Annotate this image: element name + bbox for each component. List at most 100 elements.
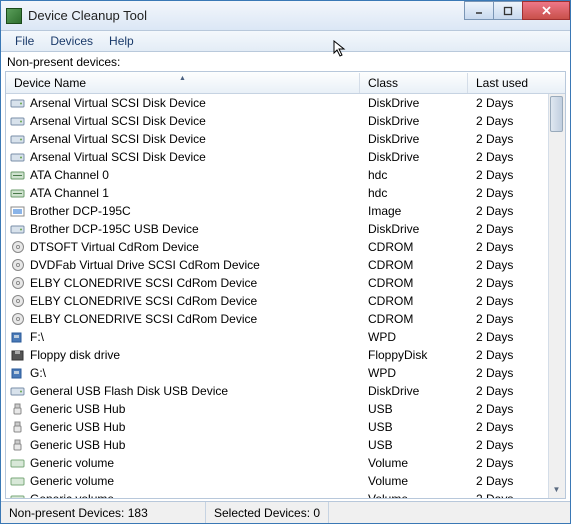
device-last-used: 2 Days	[468, 96, 548, 110]
device-class: Image	[360, 204, 468, 218]
statusbar: Non-present Devices: 183 Selected Device…	[1, 501, 570, 523]
table-row[interactable]: G:\WPD2 Days	[6, 364, 548, 382]
device-class: Volume	[360, 492, 468, 498]
table-row[interactable]: ELBY CLONEDRIVE SCSI CdRom DeviceCDROM2 …	[6, 274, 548, 292]
scroll-thumb[interactable]	[550, 96, 563, 132]
device-last-used: 2 Days	[468, 168, 548, 182]
column-class-header[interactable]: Class	[360, 73, 468, 93]
device-name: Generic volume	[30, 492, 114, 498]
table-row[interactable]: Generic USB Hub USB2 Days	[6, 400, 548, 418]
table-row[interactable]: Generic volume Volume2 Days	[6, 490, 548, 498]
scrollbar[interactable]: ▲ ▼	[548, 94, 565, 498]
table-row[interactable]: F:\WPD2 Days	[6, 328, 548, 346]
device-name: ELBY CLONEDRIVE SCSI CdRom Device	[30, 276, 257, 290]
menu-devices[interactable]: Devices	[42, 32, 101, 50]
device-class: DiskDrive	[360, 222, 468, 236]
device-icon	[10, 420, 26, 434]
device-class: CDROM	[360, 294, 468, 308]
table-row[interactable]: ELBY CLONEDRIVE SCSI CdRom DeviceCDROM2 …	[6, 310, 548, 328]
device-icon	[10, 150, 26, 164]
device-name: Arsenal Virtual SCSI Disk Device	[30, 150, 206, 164]
window-title: Device Cleanup Tool	[28, 8, 147, 23]
device-name: Generic USB Hub	[30, 420, 125, 434]
close-button[interactable]	[522, 1, 570, 20]
device-icon	[10, 294, 26, 308]
device-class: DiskDrive	[360, 150, 468, 164]
device-last-used: 2 Days	[468, 456, 548, 470]
device-name: G:\	[30, 366, 46, 380]
table-row[interactable]: Arsenal Virtual SCSI Disk Device DiskDriv…	[6, 130, 548, 148]
device-class: DiskDrive	[360, 96, 468, 110]
device-name: DTSOFT Virtual CdRom Device	[30, 240, 199, 254]
status-nonpresent: Non-present Devices: 183	[1, 502, 206, 523]
column-last-header[interactable]: Last used	[468, 73, 565, 93]
device-last-used: 2 Days	[468, 492, 548, 498]
device-name: Brother DCP-195C	[30, 204, 131, 218]
device-icon	[10, 96, 26, 110]
device-name: Floppy disk drive	[30, 348, 120, 362]
device-icon	[10, 384, 26, 398]
table-row[interactable]: Generic volumeVolume2 Days	[6, 454, 548, 472]
device-class: hdc	[360, 168, 468, 182]
device-icon	[10, 186, 26, 200]
device-name: ELBY CLONEDRIVE SCSI CdRom Device	[30, 294, 257, 308]
device-last-used: 2 Days	[468, 474, 548, 488]
device-class: WPD	[360, 330, 468, 344]
device-name: Arsenal Virtual SCSI Disk Device	[30, 132, 206, 146]
device-list: ▲ Device Name Class Last used Arsenal Vi…	[5, 71, 566, 499]
menu-help[interactable]: Help	[101, 32, 142, 50]
device-class: USB	[360, 402, 468, 416]
table-row[interactable]: Brother DCP-195CImage2 Days	[6, 202, 548, 220]
device-last-used: 2 Days	[468, 420, 548, 434]
device-name: Generic USB Hub	[30, 402, 125, 416]
device-last-used: 2 Days	[468, 402, 548, 416]
device-last-used: 2 Days	[468, 186, 548, 200]
device-class: Volume	[360, 456, 468, 470]
column-name-header[interactable]: ▲ Device Name	[6, 73, 360, 93]
device-class: USB	[360, 420, 468, 434]
device-icon	[10, 222, 26, 236]
table-row[interactable]: ATA Channel 0 hdc2 Days	[6, 166, 548, 184]
device-last-used: 2 Days	[468, 240, 548, 254]
device-icon	[10, 366, 26, 380]
table-row[interactable]: Floppy disk driveFloppyDisk2 Days	[6, 346, 548, 364]
titlebar[interactable]: Device Cleanup Tool	[1, 1, 570, 31]
device-last-used: 2 Days	[468, 330, 548, 344]
table-row[interactable]: DTSOFT Virtual CdRom DeviceCDROM2 Days	[6, 238, 548, 256]
table-row[interactable]: Arsenal Virtual SCSI Disk Device DiskDriv…	[6, 148, 548, 166]
menu-file[interactable]: File	[7, 32, 42, 50]
table-row[interactable]: Generic volumeVolume2 Days	[6, 472, 548, 490]
scroll-down-icon[interactable]: ▼	[548, 481, 565, 498]
sort-ascending-icon: ▲	[179, 75, 186, 82]
device-name: ATA Channel 0	[30, 168, 109, 182]
device-class: CDROM	[360, 258, 468, 272]
device-icon	[10, 168, 26, 182]
table-row[interactable]: ELBY CLONEDRIVE SCSI CdRom Device CDROM2 …	[6, 292, 548, 310]
device-class: WPD	[360, 366, 468, 380]
device-last-used: 2 Days	[468, 276, 548, 290]
table-row[interactable]: Generic USB Hub USB2 Days	[6, 418, 548, 436]
minimize-button[interactable]	[464, 1, 494, 20]
device-last-used: 2 Days	[468, 222, 548, 236]
device-name: Arsenal Virtual SCSI Disk Device	[30, 114, 206, 128]
device-last-used: 2 Days	[468, 294, 548, 308]
device-icon	[10, 456, 26, 470]
device-name: Generic USB Hub	[30, 438, 125, 452]
device-class: Volume	[360, 474, 468, 488]
list-label: Non-present devices:	[1, 52, 570, 71]
table-row[interactable]: Arsenal Virtual SCSI Disk DeviceDiskDriv…	[6, 112, 548, 130]
device-class: DiskDrive	[360, 132, 468, 146]
maximize-button[interactable]	[493, 1, 523, 20]
device-icon	[10, 204, 26, 218]
table-row[interactable]: DVDFab Virtual Drive SCSI CdRom DeviceCD…	[6, 256, 548, 274]
table-row[interactable]: Arsenal Virtual SCSI Disk DeviceDiskDriv…	[6, 94, 548, 112]
table-row[interactable]: Generic USB HubUSB2 Days	[6, 436, 548, 454]
device-last-used: 2 Days	[468, 348, 548, 362]
table-row[interactable]: Brother DCP-195C USB DeviceDiskDrive2 Da…	[6, 220, 548, 238]
device-icon	[10, 474, 26, 488]
device-last-used: 2 Days	[468, 312, 548, 326]
table-row[interactable]: ATA Channel 1hdc2 Days	[6, 184, 548, 202]
device-icon	[10, 240, 26, 254]
device-icon	[10, 114, 26, 128]
table-row[interactable]: General USB Flash Disk USB DeviceDiskDri…	[6, 382, 548, 400]
